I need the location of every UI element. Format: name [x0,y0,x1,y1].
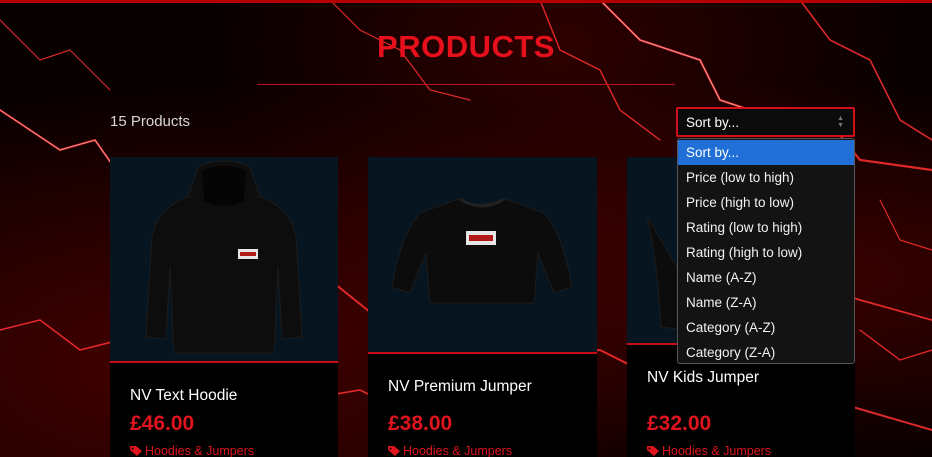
image-divider [110,361,338,363]
sort-option-price-high-low[interactable]: Price (high to low) [678,190,854,215]
product-price: £46.00 [130,412,195,435]
product-category-label: Hoodies & Jumpers [662,444,772,457]
product-name[interactable]: NV Premium Jumper [388,378,532,396]
tag-icon [647,446,659,456]
sort-option-default[interactable]: Sort by... [678,140,854,165]
select-arrows-icon: ▲ ▼ [837,115,844,129]
sort-select-value: Sort by... [686,115,740,130]
tag-icon [388,446,400,456]
product-name[interactable]: NV Text Hoodie [130,387,237,405]
hoodie-icon [145,160,303,354]
product-count: 15 Products [110,113,191,130]
page-title: PRODUCTS [377,29,555,64]
image-divider [368,352,597,354]
product-category[interactable]: Hoodies & Jumpers [388,444,512,457]
product-category-label: Hoodies & Jumpers [403,444,513,457]
sort-option-price-low-high[interactable]: Price (low to high) [678,165,854,190]
sort-option-category-z-a[interactable]: Category (Z-A) [678,340,854,365]
sort-option-rating-low-high[interactable]: Rating (low to high) [678,215,854,240]
tag-icon [130,446,142,456]
sort-option-rating-high-low[interactable]: Rating (high to low) [678,240,854,265]
product-image[interactable] [368,157,597,354]
jumper-icon [391,197,573,304]
product-category[interactable]: Hoodies & Jumpers [647,444,771,457]
product-price: £38.00 [388,412,453,435]
sort-option-name-z-a[interactable]: Name (Z-A) [678,290,854,315]
product-category-label: Hoodies & Jumpers [145,444,255,457]
product-card[interactable]: NV Text Hoodie £46.00 Hoodies & Jumpers [110,157,338,457]
top-border [0,0,932,3]
product-price: £32.00 [647,412,712,435]
product-category[interactable]: Hoodies & Jumpers [130,444,254,457]
product-name[interactable]: NV Kids Jumper [647,369,759,387]
product-card[interactable]: NV Premium Jumper £38.00 Hoodies & Jumpe… [368,157,597,457]
sort-option-category-a-z[interactable]: Category (A-Z) [678,315,854,340]
title-divider [257,84,675,85]
sort-dropdown-menu: Sort by... Price (low to high) Price (hi… [677,138,855,364]
product-image[interactable] [110,157,338,363]
sort-option-name-a-z[interactable]: Name (A-Z) [678,265,854,290]
sort-select[interactable]: Sort by... ▲ ▼ [676,107,855,137]
